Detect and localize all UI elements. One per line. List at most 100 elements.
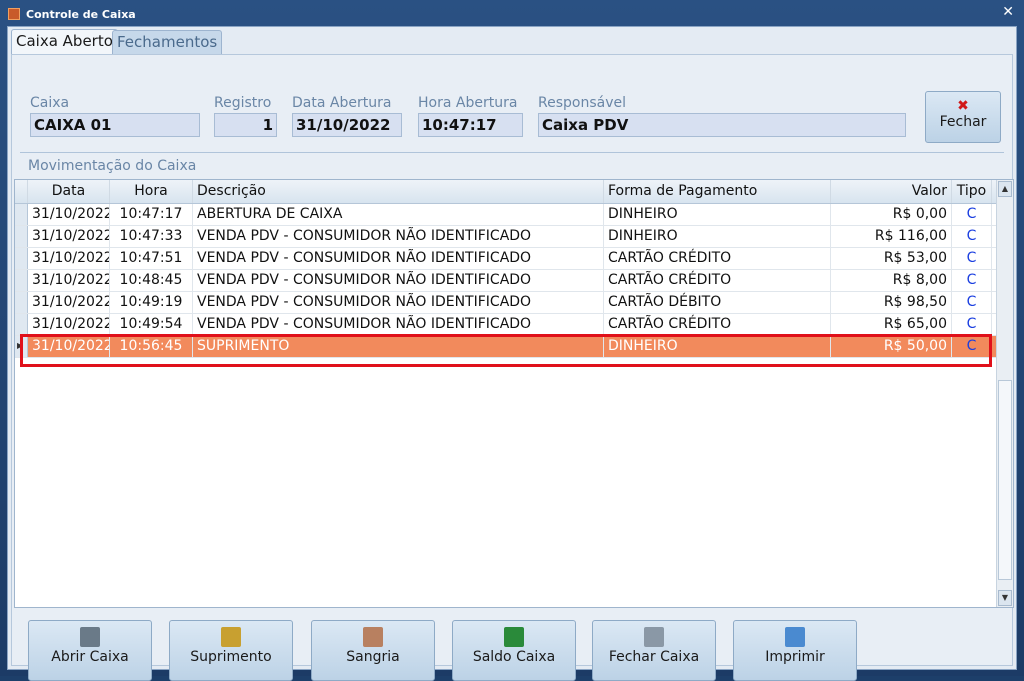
cell-hora: 10:49:19 bbox=[110, 292, 193, 313]
cell-data: 31/10/2022 bbox=[28, 226, 110, 247]
client-area: Caixa Aberto Fechamentos Caixa CAIXA 01 … bbox=[7, 26, 1017, 681]
saldo-caixa-label: Saldo Caixa bbox=[472, 649, 556, 665]
data-abertura-field[interactable]: 31/10/2022 bbox=[292, 113, 402, 137]
imprimir-button[interactable]: Imprimir bbox=[733, 620, 857, 681]
responsavel-field[interactable]: Caixa PDV bbox=[538, 113, 906, 137]
col-tipo[interactable]: Tipo bbox=[952, 180, 992, 203]
fechar-label: Fechar bbox=[939, 114, 987, 130]
cell-descricao: VENDA PDV - CONSUMIDOR NÃO IDENTIFICADO bbox=[193, 248, 604, 269]
close-icon[interactable]: ✕ bbox=[1002, 4, 1014, 20]
imprimir-label: Imprimir bbox=[765, 649, 825, 665]
fechar-caixa-button[interactable]: Fechar Caixa bbox=[592, 620, 716, 681]
cell-tipo: C bbox=[952, 204, 992, 225]
window-title: Controle de Caixa bbox=[26, 7, 136, 21]
cell-hora: 10:47:51 bbox=[110, 248, 193, 269]
table-row[interactable]: 31/10/2022 10:47:51 VENDA PDV - CONSUMIDOR… bbox=[15, 248, 996, 270]
row-indicator bbox=[15, 292, 28, 313]
col-descricao[interactable]: Descrição bbox=[193, 180, 604, 203]
sangria-icon bbox=[363, 627, 383, 647]
cell-descricao: ABERTURA DE CAIXA bbox=[193, 204, 604, 225]
cell-data: 31/10/2022 bbox=[28, 248, 110, 269]
cell-tipo: C bbox=[952, 248, 992, 269]
hora-abertura-label: Hora Abertura bbox=[418, 95, 518, 111]
caixa-label: Caixa bbox=[30, 95, 70, 111]
cell-forma-pagamento: CARTÃO DÉBITO bbox=[604, 292, 831, 313]
abrir-caixa-label: Abrir Caixa bbox=[51, 649, 129, 665]
cell-valor: R$ 116,00 bbox=[831, 226, 952, 247]
app-icon bbox=[8, 8, 20, 20]
scroll-thumb[interactable] bbox=[998, 380, 1012, 580]
movimentacao-grid[interactable]: Data Hora Descrição Forma de Pagamento V… bbox=[14, 179, 1014, 608]
row-indicator bbox=[15, 314, 28, 335]
saldo-caixa-button[interactable]: Saldo Caixa bbox=[452, 620, 576, 681]
cell-valor: R$ 8,00 bbox=[831, 270, 952, 291]
tab-fechamentos[interactable]: Fechamentos bbox=[112, 30, 223, 54]
cell-tipo: C bbox=[952, 226, 992, 247]
section-title: Movimentação do Caixa bbox=[28, 158, 197, 174]
table-row[interactable]: 31/10/2022 10:49:19 VENDA PDV - CONSUMIDOR… bbox=[15, 292, 996, 314]
scroll-up-icon[interactable]: ▲ bbox=[998, 181, 1012, 197]
cell-data: 31/10/2022 bbox=[28, 314, 110, 335]
cell-forma-pagamento: CARTÃO CRÉDITO bbox=[604, 314, 831, 335]
saldo-caixa-icon bbox=[504, 627, 524, 647]
col-hora[interactable]: Hora bbox=[110, 180, 193, 203]
cell-descricao: VENDA PDV - CONSUMIDOR NÃO IDENTIFICADO bbox=[193, 270, 604, 291]
row-indicator bbox=[15, 204, 28, 225]
vertical-scrollbar[interactable]: ▲ ▼ bbox=[996, 180, 1013, 607]
selected-row-highlight bbox=[20, 334, 992, 367]
col-forma-pagamento[interactable]: Forma de Pagamento bbox=[604, 180, 831, 203]
table-row[interactable]: 31/10/2022 10:49:54 VENDA PDV - CONSUMIDOR… bbox=[15, 314, 996, 336]
cell-hora: 10:48:45 bbox=[110, 270, 193, 291]
cell-hora: 10:47:17 bbox=[110, 204, 193, 225]
fechar-caixa-icon bbox=[644, 627, 664, 647]
col-data[interactable]: Data bbox=[28, 180, 110, 203]
hora-abertura-field[interactable]: 10:47:17 bbox=[418, 113, 523, 137]
registro-field[interactable]: 1 bbox=[214, 113, 277, 137]
scroll-down-icon[interactable]: ▼ bbox=[998, 590, 1012, 606]
suprimento-label: Suprimento bbox=[190, 649, 272, 665]
row-indicator bbox=[15, 270, 28, 291]
cell-valor: R$ 98,50 bbox=[831, 292, 952, 313]
abrir-caixa-icon bbox=[80, 627, 100, 647]
cell-data: 31/10/2022 bbox=[28, 204, 110, 225]
window: Controle de Caixa ✕ Caixa Aberto Fechame… bbox=[0, 0, 1024, 681]
row-indicator bbox=[15, 248, 28, 269]
tab-caixa-aberto[interactable]: Caixa Aberto bbox=[11, 29, 118, 55]
tab-panel: Caixa CAIXA 01 Registro 1 Data Abertura … bbox=[11, 54, 1014, 681]
cell-descricao: VENDA PDV - CONSUMIDOR NÃO IDENTIFICADO bbox=[193, 226, 604, 247]
cell-valor: R$ 0,00 bbox=[831, 204, 952, 225]
fechar-button[interactable]: ✖ Fechar bbox=[925, 91, 1001, 143]
fechar-caixa-label: Fechar Caixa bbox=[608, 649, 700, 665]
responsavel-label: Responsável bbox=[538, 95, 626, 111]
cell-hora: 10:49:54 bbox=[110, 314, 193, 335]
cell-data: 31/10/2022 bbox=[28, 270, 110, 291]
data-abertura-label: Data Abertura bbox=[292, 95, 392, 111]
row-indicator bbox=[15, 226, 28, 247]
imprimir-icon bbox=[785, 627, 805, 647]
cell-hora: 10:47:33 bbox=[110, 226, 193, 247]
divider bbox=[20, 152, 1004, 153]
cell-tipo: C bbox=[952, 270, 992, 291]
col-valor[interactable]: Valor bbox=[831, 180, 952, 203]
table-row[interactable]: 31/10/2022 10:48:45 VENDA PDV - CONSUMIDOR… bbox=[15, 270, 996, 292]
cell-valor: R$ 53,00 bbox=[831, 248, 952, 269]
cell-forma-pagamento: CARTÃO CRÉDITO bbox=[604, 248, 831, 269]
cell-forma-pagamento: CARTÃO CRÉDITO bbox=[604, 270, 831, 291]
suprimento-icon bbox=[221, 627, 241, 647]
table-row[interactable]: 31/10/2022 10:47:33 VENDA PDV - CONSUMIDOR… bbox=[15, 226, 996, 248]
table-row[interactable]: 31/10/2022 10:47:17 ABERTURA DE CAIXA DINHE… bbox=[15, 204, 996, 226]
caixa-field[interactable]: CAIXA 01 bbox=[30, 113, 200, 137]
abrir-caixa-button[interactable]: Abrir Caixa bbox=[28, 620, 152, 681]
indicator-header bbox=[15, 180, 28, 203]
cell-forma-pagamento: DINHEIRO bbox=[604, 204, 831, 225]
cell-tipo: C bbox=[952, 292, 992, 313]
cell-descricao: VENDA PDV - CONSUMIDOR NÃO IDENTIFICADO bbox=[193, 314, 604, 335]
suprimento-button[interactable]: Suprimento bbox=[169, 620, 293, 681]
sangria-label: Sangria bbox=[346, 649, 400, 665]
cell-tipo: C bbox=[952, 314, 992, 335]
cell-data: 31/10/2022 bbox=[28, 292, 110, 313]
title-bar: Controle de Caixa bbox=[8, 4, 136, 24]
cell-descricao: VENDA PDV - CONSUMIDOR NÃO IDENTIFICADO bbox=[193, 292, 604, 313]
close-x-icon: ✖ bbox=[957, 98, 969, 114]
sangria-button[interactable]: Sangria bbox=[311, 620, 435, 681]
